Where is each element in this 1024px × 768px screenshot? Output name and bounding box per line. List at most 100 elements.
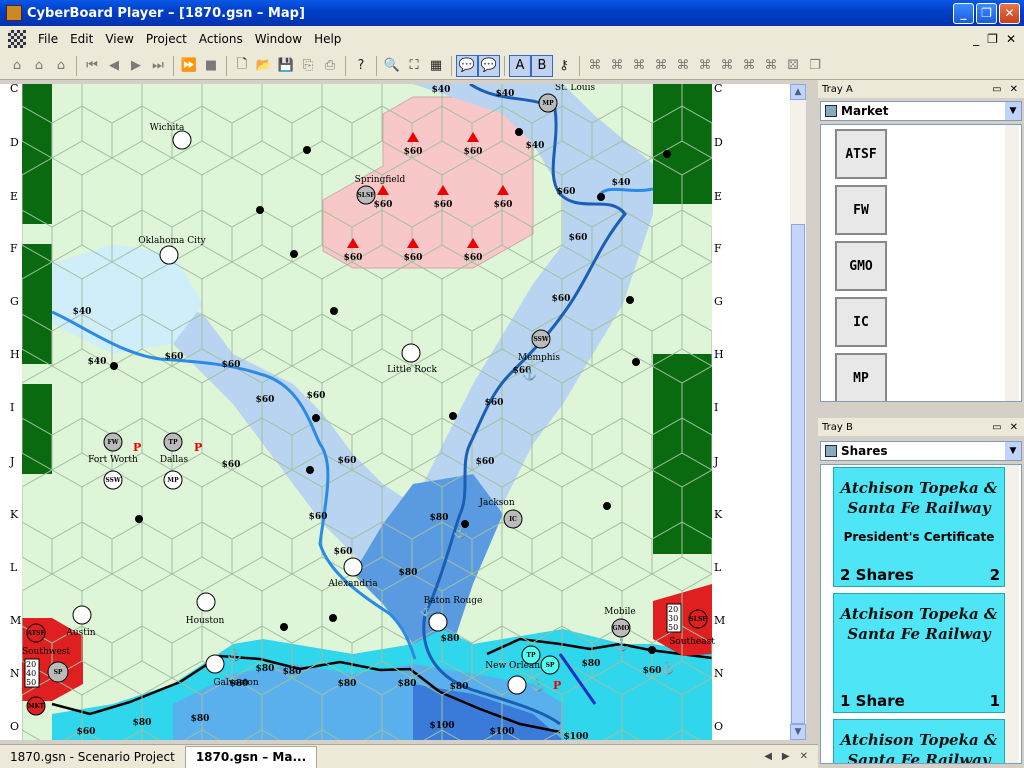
share-certificate[interactable]: Atchison Topeka & Santa Fe Railway Presi… [833,467,1005,587]
grid-icon[interactable]: ▦ [425,55,447,77]
menu-edit[interactable]: Edit [64,32,99,46]
share-certificate[interactable]: Atchison Topeka & Santa Fe Railway 1 Sha… [833,593,1005,713]
row-label-left: O [10,720,19,733]
token-chit[interactable]: IC [503,509,523,529]
layers-icon[interactable]: ❐ [804,55,826,77]
mdi-minimize-button[interactable]: _ [973,32,979,46]
restore-button[interactable]: ❐ [976,2,997,24]
tool-9-icon[interactable]: ⌘ [760,55,782,77]
token-chit[interactable]: SSW [103,470,123,490]
tray-a-list[interactable]: ATSF FW GMO IC MP [820,124,1022,402]
market-chit[interactable]: IC [835,297,887,347]
chevron-down-icon[interactable]: ▼ [1005,102,1021,120]
tray-b-list[interactable]: Atchison Topeka & Santa Fe Railway Presi… [820,464,1022,764]
toggle-b-button[interactable]: B [531,54,553,77]
tool-3-icon[interactable]: ⌘ [628,55,650,77]
tray-a-close-icon[interactable]: ✕ [1010,84,1018,95]
menu-project[interactable]: Project [140,32,193,46]
tab-close-icon[interactable]: ✕ [800,751,808,762]
tray-a-scrollbar[interactable] [1005,125,1019,401]
port-anchor-icon: ⚓ [453,525,468,539]
tray-b-collapse-icon[interactable]: ▭ [992,422,1001,433]
next-move-icon[interactable]: ▶ [125,55,147,77]
share-certificate[interactable]: Atchison Topeka & Santa Fe Railway [833,719,1005,763]
step-icon[interactable]: ⌂ [50,55,72,77]
tray-a-collapse-icon[interactable]: ▭ [992,84,1001,95]
row-label-left: C [10,84,18,95]
token-chit[interactable]: SP [540,655,560,675]
market-chit[interactable]: MP [835,353,887,401]
mdi-restore-button[interactable]: ❐ [987,32,998,46]
token-chit[interactable]: SLSF [688,609,708,629]
cost-label: $60 [494,200,513,210]
tray-b-scrollbar[interactable] [1005,465,1019,763]
token-chit[interactable]: TP [521,645,541,665]
cost-label: $60 [404,253,423,263]
token-chit[interactable]: GMO [611,618,631,638]
tooltip-toggle-icon[interactable]: 💬 [456,54,478,77]
save-icon[interactable]: 💾 [275,55,297,77]
tool-1-icon[interactable]: ⌘ [584,55,606,77]
token-chit[interactable]: SLSF [356,185,376,205]
market-chit[interactable]: ATSF [835,129,887,179]
new-file-icon[interactable]: 🗋 [231,55,253,77]
toggle-a-button[interactable]: A [509,54,531,77]
tool-4-icon[interactable]: ⌘ [650,55,672,77]
play-icon[interactable]: ⏩ [178,55,200,77]
tool-8-icon[interactable]: ⌘ [738,55,760,77]
move-icon[interactable]: ⌂ [28,55,50,77]
undo-icon[interactable]: ⌂ [6,55,28,77]
chevron-down-icon[interactable]: ▼ [1005,442,1021,460]
document-icon[interactable] [8,30,26,48]
close-button[interactable]: ✕ [999,2,1020,24]
help-pointer-icon[interactable]: ? [350,55,372,77]
tab-next-icon[interactable]: ▶ [782,751,790,762]
map-vertical-scrollbar[interactable]: ▲ ▼ [790,84,806,740]
city-name: Wichita [150,123,185,133]
menu-window[interactable]: Window [249,32,308,46]
token-chit[interactable]: MP [163,470,183,490]
tool-6-icon[interactable]: ⌘ [694,55,716,77]
menu-help[interactable]: Help [308,32,347,46]
prev-move-icon[interactable]: ◀ [103,55,125,77]
menu-file[interactable]: File [32,32,64,46]
mdi-close-button[interactable]: ✕ [1006,32,1016,46]
tooltip-all-icon[interactable]: 💬 [478,54,500,77]
map-view[interactable]: C D E F G H I J K L M N O C D E F G H I … [0,84,790,740]
tab-scenario-project[interactable]: 1870.gsn - Scenario Project [0,746,185,768]
market-chit[interactable]: FW [835,185,887,235]
tray-b-select[interactable]: Shares ▼ [820,441,1022,461]
last-move-icon[interactable]: ⏭ [147,55,169,77]
tool-7-icon[interactable]: ⌘ [716,55,738,77]
zoom-fit-icon[interactable]: ⛶ [403,55,425,77]
token-chit[interactable]: MP [538,93,558,113]
minimize-button[interactable]: _ [953,2,974,24]
token-chit[interactable]: SP [47,661,69,683]
save-as-icon[interactable]: ⎘ [297,55,319,77]
stop-icon[interactable]: ■ [200,55,222,77]
market-chit[interactable]: GMO [835,241,887,291]
token-chit[interactable]: MKT [26,696,46,716]
token-chit[interactable]: TP [163,432,183,452]
dice-icon[interactable]: ⚄ [782,55,804,77]
token-chit[interactable]: ATSF [26,623,46,643]
menu-view[interactable]: View [99,32,139,46]
tab-map[interactable]: 1870.gsn – Ma... [184,745,318,768]
tray-b-close-icon[interactable]: ✕ [1010,422,1018,433]
menu-actions[interactable]: Actions [193,32,249,46]
scroll-thumb[interactable] [791,224,805,724]
zoom-icon[interactable]: 🔍 [381,55,403,77]
token-chit[interactable]: SSW [531,329,551,349]
first-move-icon[interactable]: ⏮ [81,55,103,77]
open-folder-icon[interactable]: 📂 [253,55,275,77]
print-icon[interactable]: ⎙ [319,55,341,77]
tool-5-icon[interactable]: ⌘ [672,55,694,77]
tray-a-select[interactable]: Market ▼ [820,101,1022,121]
tab-prev-icon[interactable]: ◀ [764,751,772,762]
tool-2-icon[interactable]: ⌘ [606,55,628,77]
scroll-up-icon[interactable]: ▲ [790,84,806,100]
scroll-down-icon[interactable]: ▼ [790,724,806,740]
key-icon[interactable]: ⚷ [553,55,575,77]
p-marker: P [194,441,202,454]
token-chit[interactable]: FW [103,432,123,452]
